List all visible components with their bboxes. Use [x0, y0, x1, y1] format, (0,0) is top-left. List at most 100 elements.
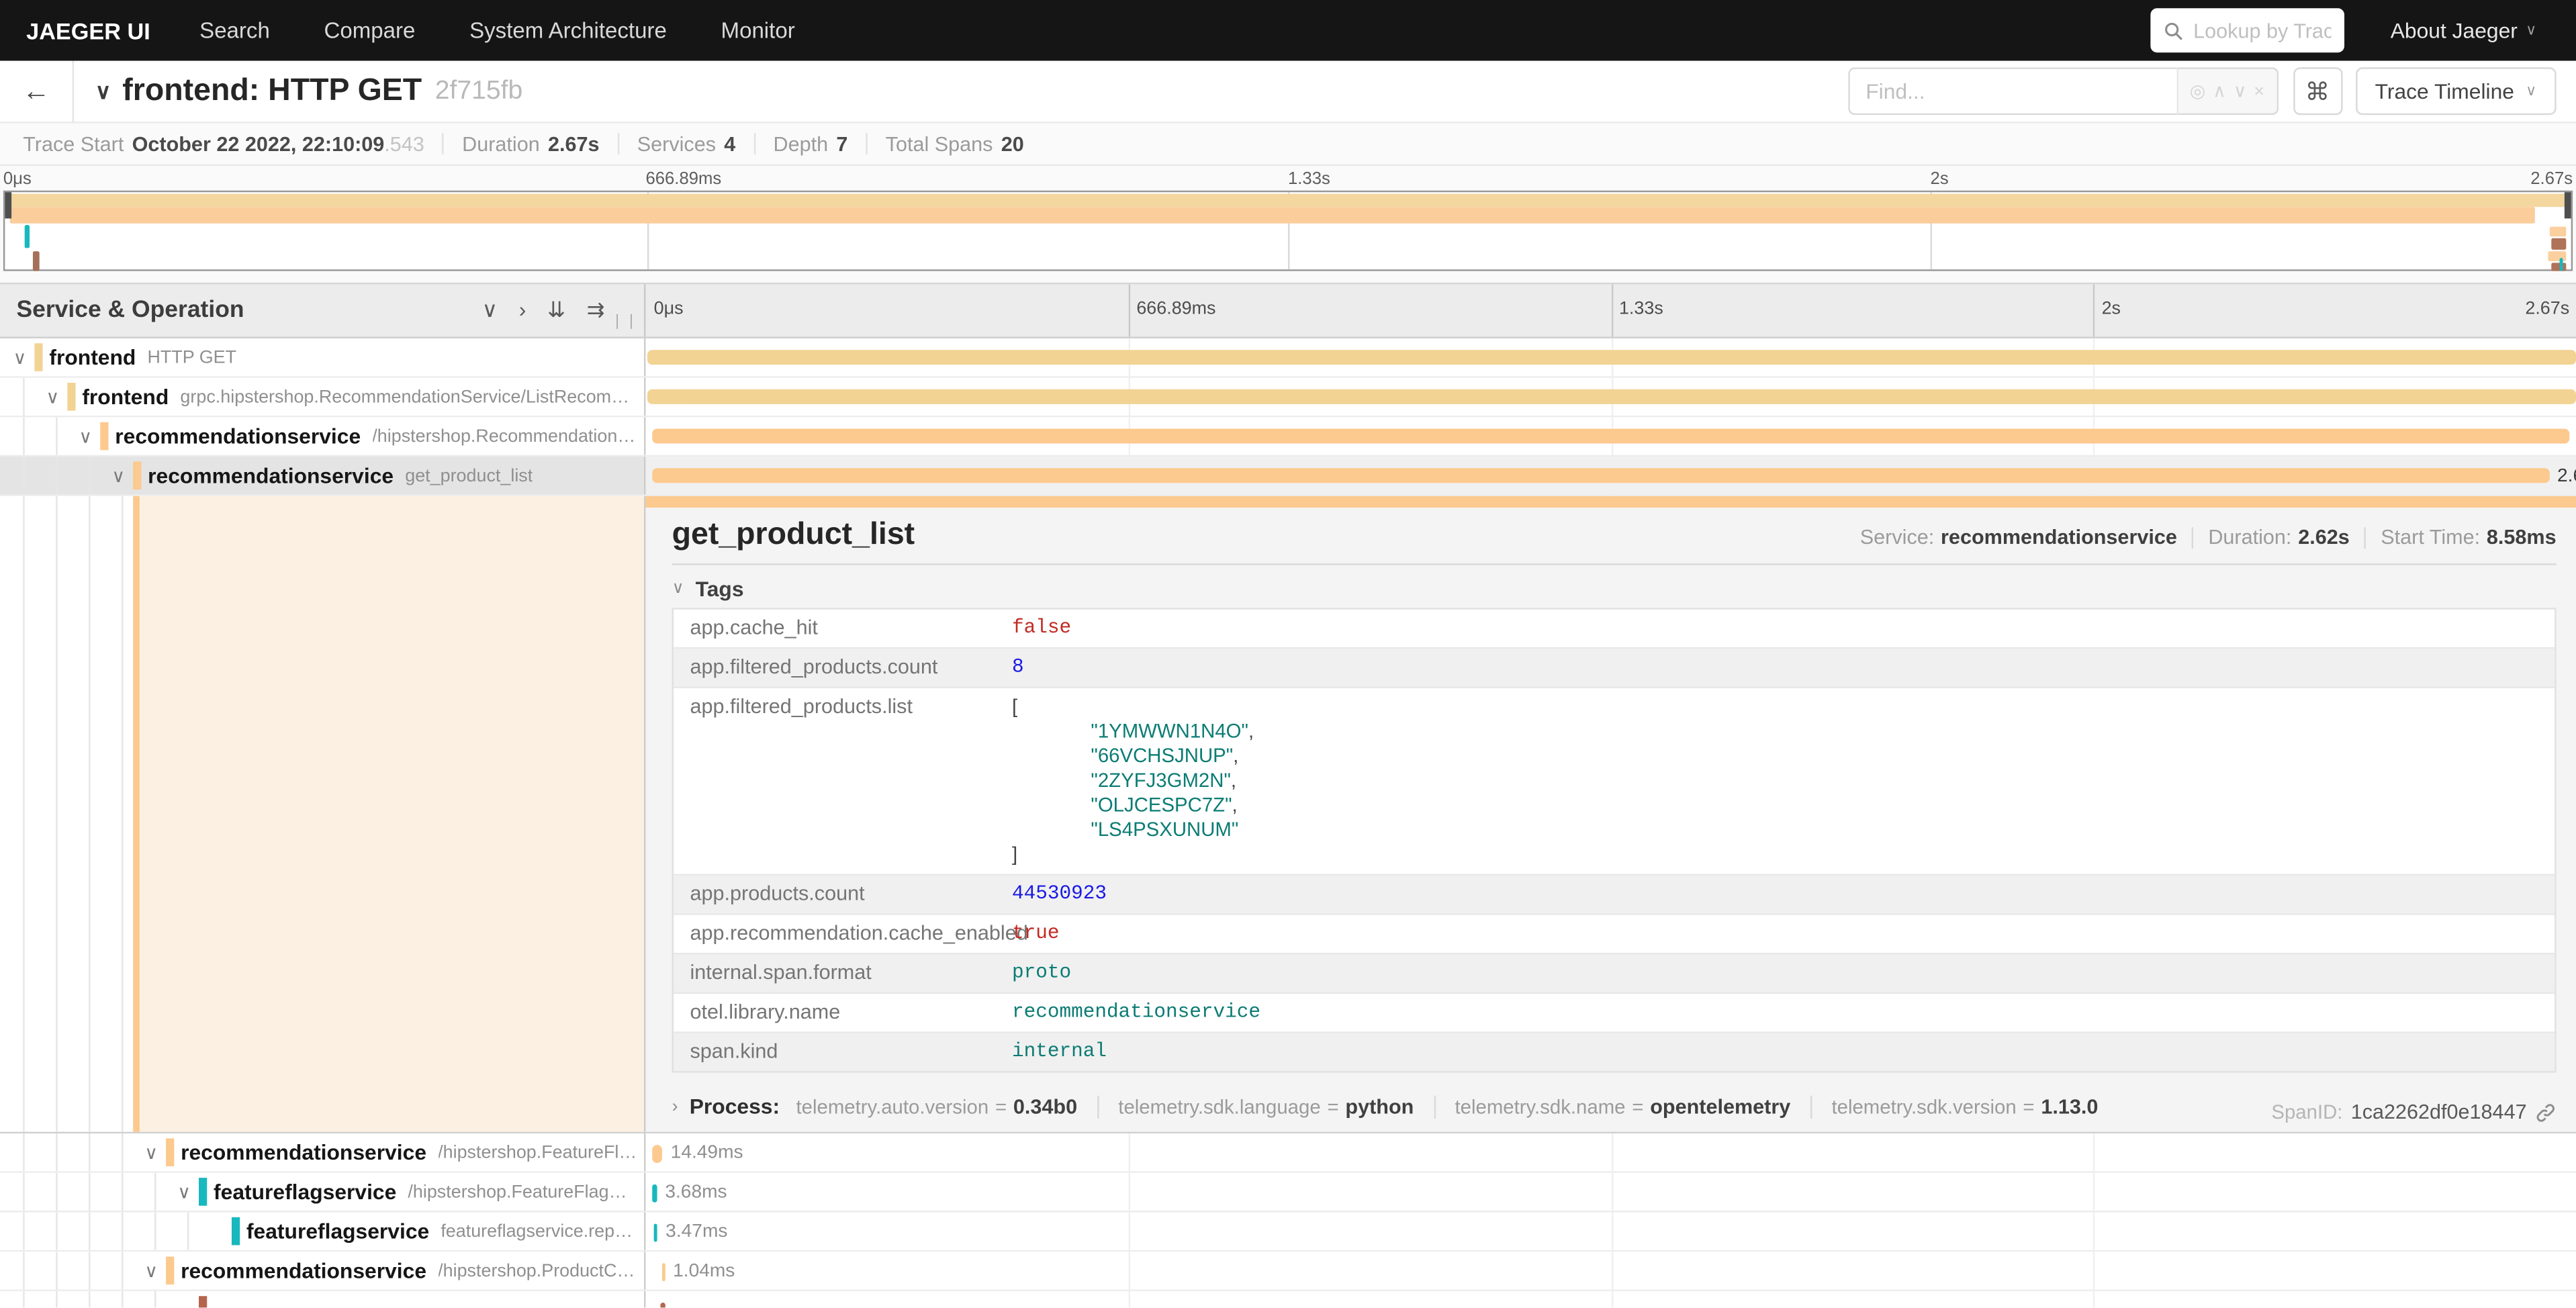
span-name-column[interactable]: ∨recommendationservice/hipstershop.Produ…	[0, 1252, 645, 1289]
span-name-column[interactable]: ∨frontendHTTP GET	[0, 338, 645, 376]
trace-meta-bar: Trace StartOctober 22 2022, 22:10:09.543…	[0, 123, 2576, 166]
tree-indent-guide	[122, 1291, 123, 1307]
span-color-accent	[133, 496, 140, 1132]
minimap-canvas[interactable]	[3, 191, 2573, 271]
timeline-gridline	[2093, 1173, 2095, 1211]
span-expand-chevron-icon[interactable]: ∨	[46, 386, 60, 408]
divider	[2364, 526, 2366, 548]
span-timeline-cell[interactable]: 3.68ms	[645, 1173, 2576, 1211]
span-row-featureflagservice[interactable]: featureflagservicefeatureflagservice.rep…	[0, 1212, 2576, 1252]
span-timeline-cell[interactable]	[645, 338, 2576, 376]
minimap-scrubber-handle[interactable]	[5, 192, 11, 218]
span-name-column[interactable]: ∨ featureflagservice/hipstershop.FeatureF…	[0, 1173, 645, 1211]
meta-label: Total Spans	[886, 132, 993, 155]
span-duration-bar[interactable]	[647, 350, 2576, 365]
span-duration-bar[interactable]	[653, 1223, 657, 1241]
span-timeline-cell[interactable]: 14.49ms	[645, 1133, 2576, 1171]
trace-view-select[interactable]: Trace Timeline ∨	[2355, 67, 2556, 115]
nav-item-compare[interactable]: Compare	[324, 18, 416, 43]
collapse-header-icon[interactable]: ∨	[95, 78, 111, 104]
span-row-recommendationservice[interactable]: ∨ recommendationservice/hipstershop.Recom…	[0, 417, 2576, 457]
minimap-span-bar	[2551, 238, 2566, 250]
find-input[interactable]: Find...	[1847, 67, 2176, 115]
app-brand[interactable]: JAEGER UI	[26, 17, 150, 44]
prev-match-icon[interactable]: ∧	[2213, 81, 2226, 102]
service-operation-title: Service & Operation	[16, 297, 481, 324]
operation-name: HTTP GET	[147, 347, 236, 367]
span-row-featureflagservice[interactable]: ∨ featureflagservice/hipstershop.FeatureF…	[0, 1173, 2576, 1213]
span-timeline-cell[interactable]	[645, 378, 2576, 416]
span-expand-chevron-icon[interactable]: ∨	[13, 346, 27, 368]
service-operation-header: Service & Operation ∨ › ⇊ ⇉ ❘❘	[0, 284, 645, 336]
nav-menu: Search Compare System Architecture Monitor	[199, 18, 849, 43]
span-row-frontend[interactable]: ∨frontendHTTP GET	[0, 338, 2576, 378]
span-duration-bar[interactable]	[647, 389, 2576, 404]
span-name-column[interactable]: ∨recommendationserviceget_product_list	[0, 457, 645, 494]
minimap-scrubber-handle[interactable]	[2565, 192, 2571, 218]
minimap-tick-label: 0μs	[3, 169, 32, 189]
span-expand-chevron-icon[interactable]: ∨	[144, 1260, 158, 1281]
link-icon[interactable]	[2535, 1101, 2557, 1123]
span-row-recommendationservice[interactable]: ∨recommendationserviceget_product_list2.…	[0, 457, 2576, 496]
collapse-all-icon[interactable]: ⇊	[547, 297, 565, 324]
tag-key: app.products.count	[690, 882, 1013, 907]
meta-label: Duration	[462, 132, 540, 155]
span-row-recommendationservice[interactable]: ∨recommendationservice/hipstershop.Produ…	[0, 1252, 2576, 1291]
span-name-column[interactable]: featureflagservicefeatureflagservice.rep…	[0, 1212, 645, 1250]
span-rows-top: ∨frontendHTTP GET∨frontendgrpc.hipstersh…	[0, 338, 2576, 496]
span-name-column[interactable]	[0, 1291, 645, 1307]
span-row-frontend[interactable]: ∨frontendgrpc.hipstershop.Recommendation…	[0, 378, 2576, 418]
detail-meta-value: 2.62s	[2298, 526, 2350, 549]
column-resize-grip[interactable]: ❘❘	[611, 312, 639, 330]
tags-accordion-header[interactable]: ∨ Tags	[672, 568, 2557, 608]
span-name-line: featureflagservice/hipstershop.FeatureFl…	[214, 1173, 637, 1211]
span-name-column[interactable]: ∨ recommendationservice/hipstershop.Featu…	[0, 1133, 645, 1171]
span-timeline-cell[interactable]	[645, 1291, 2576, 1307]
span-duration-label: 3.68ms	[665, 1182, 727, 1201]
timeline-tick-label: 0μs	[654, 299, 684, 318]
span-duration-bar[interactable]	[651, 468, 2549, 483]
trace-lookup-input[interactable]: Lookup by Trace ID...	[2151, 8, 2345, 52]
span-row-recommendationservice[interactable]: ∨ recommendationservice/hipstershop.Featu…	[0, 1133, 2576, 1173]
about-jaeger-menu[interactable]: About Jaeger ∨	[2391, 18, 2537, 43]
span-expand-chevron-icon[interactable]: ∨	[177, 1181, 191, 1203]
span-timeline-cell[interactable]: 2.62s	[645, 457, 2576, 494]
clear-icon[interactable]: ×	[2254, 81, 2264, 101]
span-timeline-cell[interactable]: 3.47ms	[645, 1212, 2576, 1250]
span-expand-chevron-icon[interactable]: ∨	[111, 465, 125, 486]
locate-icon[interactable]: ◎	[2190, 81, 2206, 102]
next-match-icon[interactable]: ∨	[2234, 81, 2247, 102]
span-row[interactable]	[0, 1291, 2576, 1307]
tree-indent-guide	[56, 457, 57, 494]
tag-key: app.filtered_products.count	[690, 655, 1013, 680]
span-duration-bar[interactable]	[651, 429, 2570, 444]
span-name-column[interactable]: ∨ recommendationservice/hipstershop.Recom…	[0, 417, 645, 455]
span-name-line: recommendationservice/hipstershop.Featur…	[181, 1133, 637, 1171]
span-expand-chevron-icon[interactable]: ∨	[144, 1141, 158, 1163]
keyboard-shortcuts-button[interactable]: ⌘	[2293, 67, 2342, 115]
tree-indent-guide	[23, 378, 24, 416]
collapse-one-icon[interactable]: ∨	[482, 297, 498, 324]
nav-item-search[interactable]: Search	[199, 18, 270, 43]
span-timeline-cell[interactable]: 1.04ms	[645, 1252, 2576, 1289]
span-timeline-cell[interactable]	[645, 417, 2576, 455]
span-duration-bar[interactable]	[653, 1184, 657, 1202]
meta-label: Depth	[774, 132, 829, 155]
process-tag: telemetry.auto.version=0.34b0	[796, 1095, 1097, 1118]
span-expand-chevron-icon[interactable]: ∨	[79, 426, 92, 447]
span-duration-bar[interactable]	[662, 1262, 665, 1280]
span-duration-bar[interactable]	[661, 1302, 665, 1308]
back-button[interactable]: ←	[0, 61, 74, 122]
tree-indent-guide	[56, 1291, 57, 1307]
nav-item-system-architecture[interactable]: System Architecture	[469, 18, 667, 43]
span-duration-bar[interactable]	[652, 1144, 663, 1162]
service-name: recommendationservice	[115, 424, 361, 449]
trace-view-label: Trace Timeline	[2375, 79, 2514, 103]
span-name-column[interactable]: ∨frontendgrpc.hipstershop.Recommendation…	[0, 378, 645, 416]
service-name: frontend	[82, 384, 169, 409]
minimap-span-bar	[2548, 251, 2566, 261]
operation-name: /hipstershop.RecommendationService/Lis..…	[372, 426, 637, 446]
expand-one-icon[interactable]: ›	[519, 297, 526, 324]
nav-item-monitor[interactable]: Monitor	[721, 18, 795, 43]
expand-all-icon[interactable]: ⇉	[587, 297, 605, 324]
